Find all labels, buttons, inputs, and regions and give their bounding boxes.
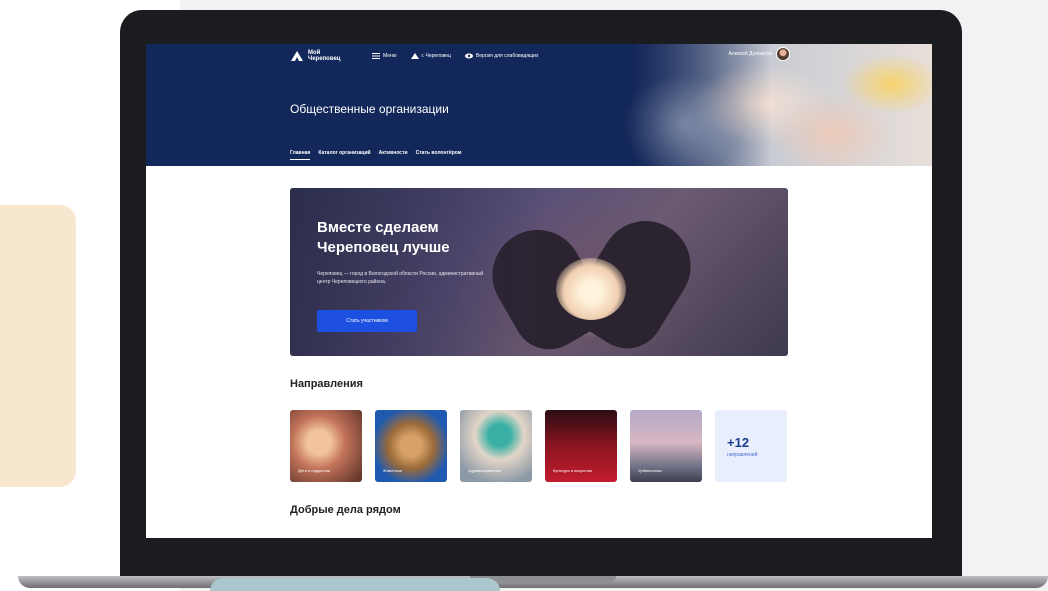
menu-button[interactable]: Меню — [372, 53, 397, 59]
join-button[interactable]: Стать участником — [317, 310, 417, 332]
logo-icon — [291, 51, 303, 61]
direction-label: Животные — [383, 468, 403, 473]
direction-card-animals[interactable]: Животные — [375, 410, 447, 482]
page-title: Общественные организации — [290, 102, 449, 116]
direction-card-culture[interactable]: Культура и искусство — [545, 410, 617, 482]
city-selector[interactable]: г. Череповец — [410, 53, 451, 59]
direction-label: Урбанистика — [638, 468, 662, 473]
city-icon — [410, 53, 419, 59]
screen-bezel-bottom — [146, 538, 932, 574]
tab-activities[interactable]: Активности — [379, 150, 408, 160]
laptop-screen: Мой Череповец Меню г. Череповец Версия д… — [146, 44, 932, 538]
city-label: г. Череповец — [421, 53, 451, 59]
avatar[interactable] — [776, 47, 790, 61]
hero-banner: Вместе сделаем Череповец лучше Череповец… — [290, 188, 788, 356]
nearby-title: Добрые дела рядом — [290, 504, 401, 516]
section-tabs: Главная Каталог организаций Активности С… — [290, 150, 461, 160]
site-logo[interactable]: Мой Череповец — [290, 50, 348, 62]
directions-title: Направления — [290, 378, 363, 390]
tab-main[interactable]: Главная — [290, 150, 311, 160]
more-label: направлений — [727, 451, 758, 458]
direction-label: Дети и подростки — [298, 468, 331, 473]
sweater — [210, 578, 500, 591]
more-count: +12 — [727, 434, 750, 450]
logo-text: Мой Череповец — [308, 50, 348, 62]
decorative-card — [0, 205, 76, 487]
more-directions-button[interactable]: +12 направлений — [715, 410, 787, 482]
accessibility-toggle[interactable]: Версия для слабовидящих — [464, 53, 539, 59]
direction-card-health[interactable]: Здравоохранение — [460, 410, 532, 482]
tab-catalog[interactable]: Каталог организаций — [318, 150, 370, 160]
top-nav: Меню г. Череповец Версия для слабовидящи… — [372, 53, 538, 59]
menu-icon — [372, 53, 380, 59]
direction-label: Культура и искусство — [553, 468, 593, 473]
logo-line2: Череповец — [308, 56, 341, 62]
directions-list: Дети и подростки Животные Здравоохранени… — [290, 410, 787, 482]
header-fade — [532, 44, 772, 166]
user-name: Алексей Долматов — [728, 51, 772, 57]
hero-title: Вместе сделаем Череповец лучше — [317, 219, 450, 256]
eye-icon — [464, 53, 473, 59]
direction-label: Здравоохранение — [468, 468, 502, 473]
user-menu[interactable]: Алексей Долматов — [728, 47, 790, 61]
tab-volunteer[interactable]: Стать волонтёром — [416, 150, 462, 160]
site-header: Мой Череповец Меню г. Череповец Версия д… — [146, 44, 932, 166]
direction-card-children[interactable]: Дети и подростки — [290, 410, 362, 482]
menu-label: Меню — [383, 53, 397, 59]
accessibility-label: Версия для слабовидящих — [475, 53, 539, 59]
heart-glow — [556, 258, 626, 320]
hero-description: Череповец — город в Вологодской области … — [317, 271, 484, 285]
direction-card-urbanism[interactable]: Урбанистика — [630, 410, 702, 482]
